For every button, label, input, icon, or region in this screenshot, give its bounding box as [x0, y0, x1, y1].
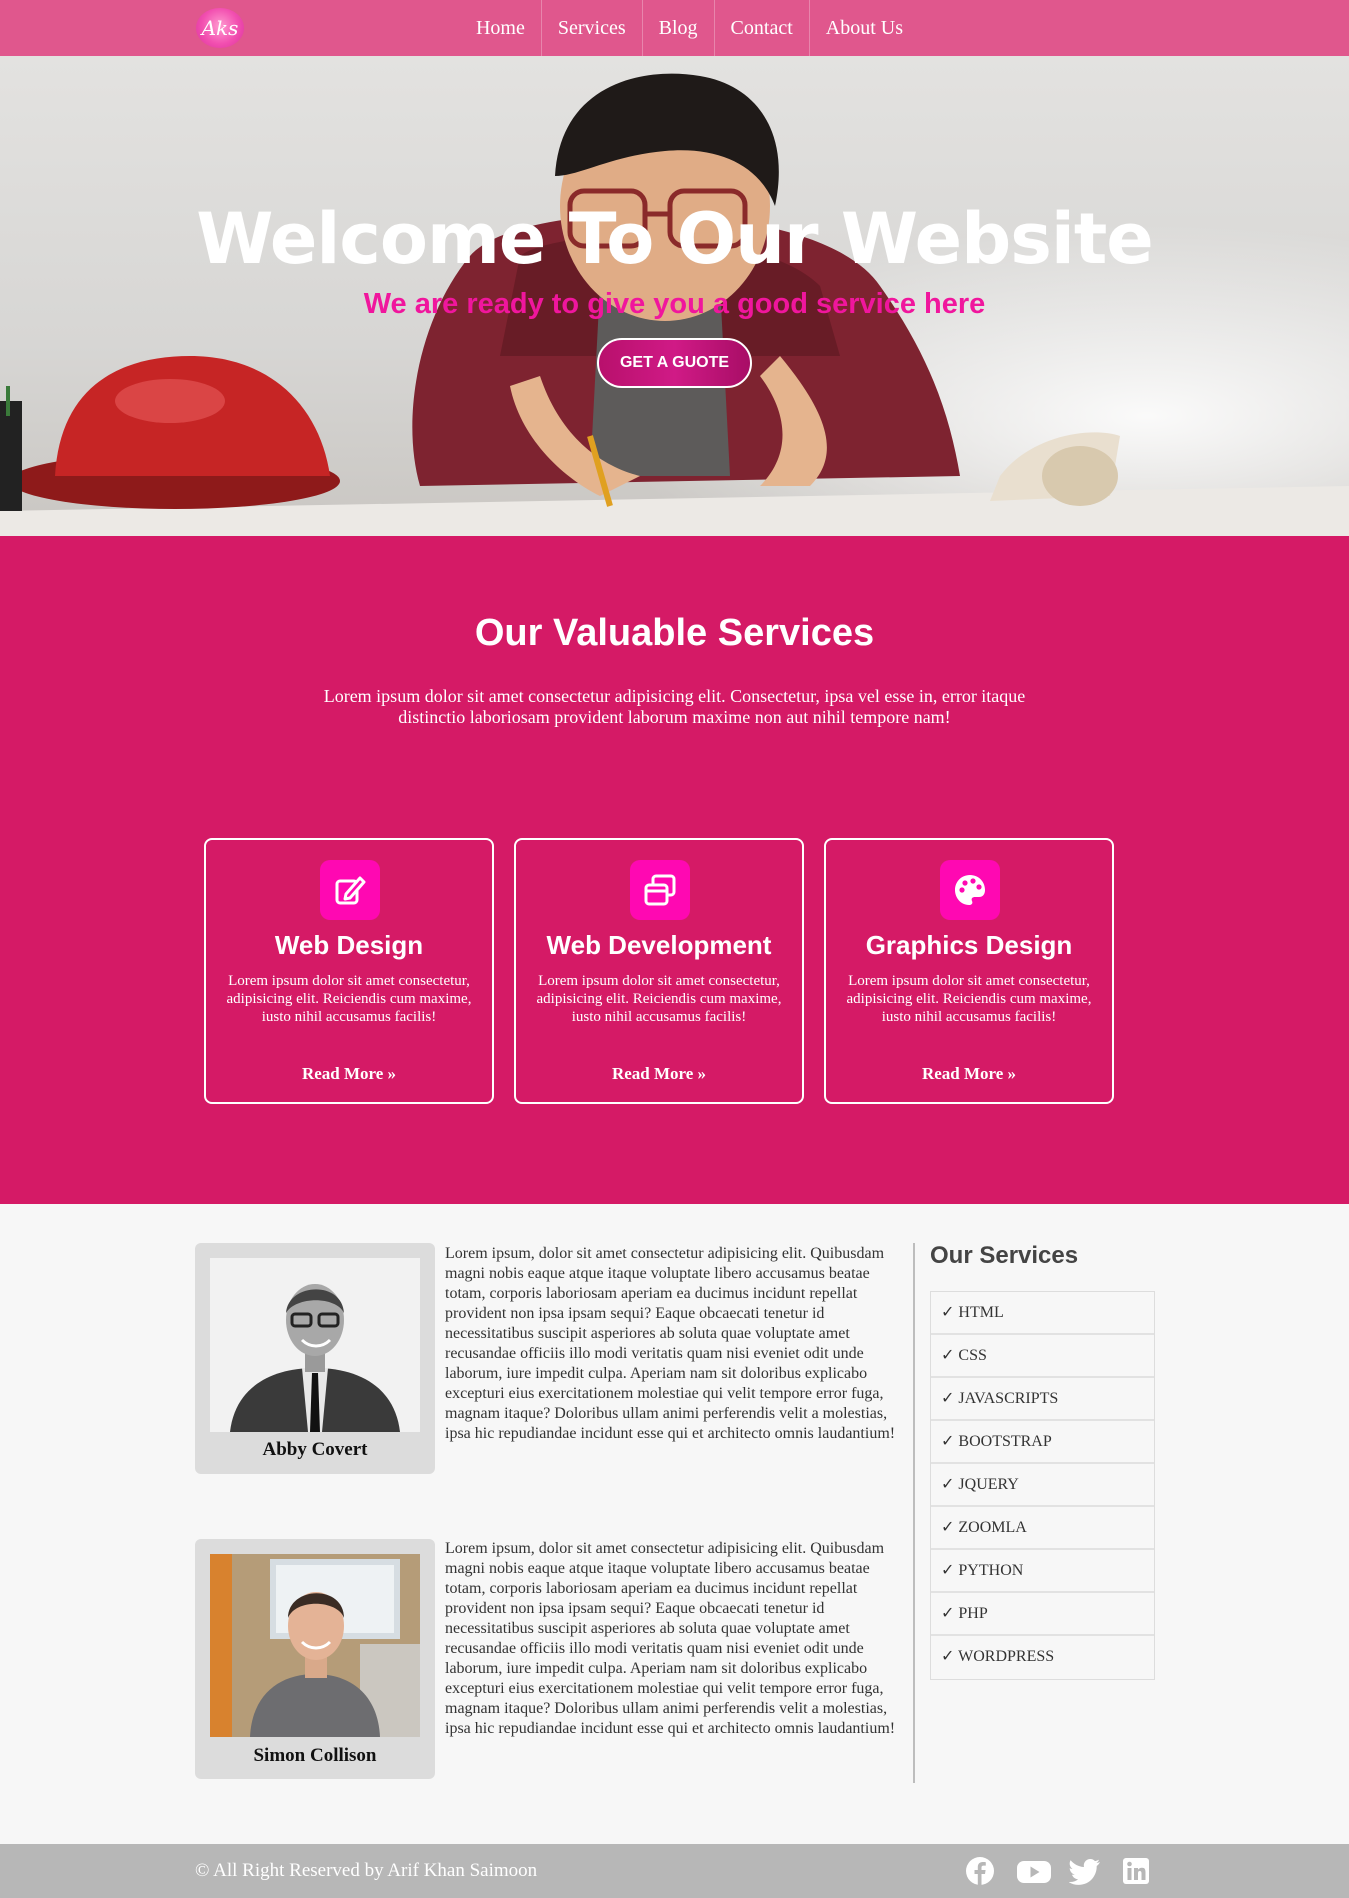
footer: © All Right Reserved by Arif Khan Saimoo…	[0, 1844, 1349, 1898]
sidebar-item-php[interactable]: ✓ PHP	[931, 1593, 1154, 1636]
sidebar-item-javascripts[interactable]: ✓ JAVASCRIPTS	[931, 1378, 1154, 1421]
card-title: Web Development	[546, 930, 772, 960]
card-text: Lorem ipsum dolor sit amet consectetur, …	[846, 973, 1092, 1025]
read-more-link[interactable]: Read More »	[826, 1064, 1112, 1084]
nav-home-link[interactable]: Home	[460, 0, 542, 56]
get-quote-button[interactable]: GET A GUOTE	[597, 338, 752, 388]
hero-title: Welcome To Our Website	[196, 198, 1154, 280]
nav-about-link[interactable]: About Us	[810, 0, 919, 56]
nav-contact-link[interactable]: Contact	[715, 0, 810, 56]
twitter-icon[interactable]	[1068, 1856, 1101, 1886]
nav-services-link[interactable]: Services	[542, 0, 643, 56]
services-section: Our Valuable Services Lorem ipsum dolor …	[0, 536, 1349, 1204]
linkedin-icon[interactable]	[1121, 1856, 1153, 1886]
team-member-bio: Lorem ipsum, dolor sit amet consectetur …	[445, 1540, 896, 1737]
divider	[913, 1243, 915, 1783]
team-card-abby-covert: Abby Covert	[195, 1243, 435, 1474]
team-member-bio: Lorem ipsum, dolor sit amet consectetur …	[445, 1245, 896, 1442]
read-more-link[interactable]: Read More »	[206, 1064, 492, 1084]
card-title: Web Design	[274, 930, 424, 960]
sidebar-item-zoomla[interactable]: ✓ ZOOMLA	[931, 1507, 1154, 1550]
service-card-graphics-design: Graphics Design Lorem ipsum dolor sit am…	[824, 838, 1114, 1104]
facebook-icon[interactable]	[965, 1856, 997, 1886]
sidebar-item-wordpress[interactable]: ✓ WORDPRESS	[931, 1636, 1154, 1679]
service-card-web-development: Web Development Lorem ipsum dolor sit am…	[514, 838, 804, 1104]
team-member-name: Simon Collison	[253, 1745, 377, 1766]
youtube-icon[interactable]	[1017, 1856, 1051, 1886]
hero-banner: Welcome To Our Website We are ready to g…	[0, 56, 1349, 536]
team-card-simon-collison: Simon Collison	[195, 1539, 435, 1779]
sidebar-item-bootstrap[interactable]: ✓ BOOTSTRAP	[931, 1421, 1154, 1464]
social-links	[965, 1856, 1153, 1886]
avatar	[210, 1258, 420, 1432]
palette-icon	[940, 860, 1000, 920]
team-member-name: Abby Covert	[262, 1439, 368, 1460]
sidebar-item-python[interactable]: ✓ PYTHON	[931, 1550, 1154, 1593]
services-title: Our Valuable Services	[474, 612, 875, 654]
nav-blog-link[interactable]: Blog	[643, 0, 715, 56]
sidebar-item-html[interactable]: ✓ HTML	[931, 1292, 1154, 1335]
avatar	[210, 1554, 420, 1737]
sidebar-services-list: ✓ HTML ✓ CSS ✓ JAVASCRIPTS ✓ BOOTSTRAP ✓…	[930, 1291, 1155, 1680]
main-menu: Home Services Blog Contact About Us	[460, 0, 919, 56]
services-intro: Lorem ipsum dolor sit amet consectetur a…	[323, 686, 1026, 727]
read-more-link[interactable]: Read More »	[516, 1064, 802, 1084]
service-card-web-design: Web Design Lorem ipsum dolor sit amet co…	[204, 838, 494, 1104]
card-text: Lorem ipsum dolor sit amet consectetur, …	[536, 973, 782, 1025]
sidebar-item-jquery[interactable]: ✓ JQUERY	[931, 1464, 1154, 1507]
sidebar-title: Our Services	[930, 1242, 1079, 1269]
top-navbar: Aks Home Services Blog Contact About Us	[0, 0, 1349, 56]
windows-icon	[630, 860, 690, 920]
edit-icon	[320, 860, 380, 920]
hero-subtitle: We are ready to give you a good service …	[363, 288, 986, 320]
site-logo[interactable]: Aks	[196, 8, 244, 48]
card-text: Lorem ipsum dolor sit amet consectetur, …	[226, 973, 472, 1025]
sidebar-item-css[interactable]: ✓ CSS	[931, 1335, 1154, 1378]
copyright-text: © All Right Reserved by Arif Khan Saimoo…	[195, 1860, 538, 1881]
card-title: Graphics Design	[865, 930, 1073, 960]
